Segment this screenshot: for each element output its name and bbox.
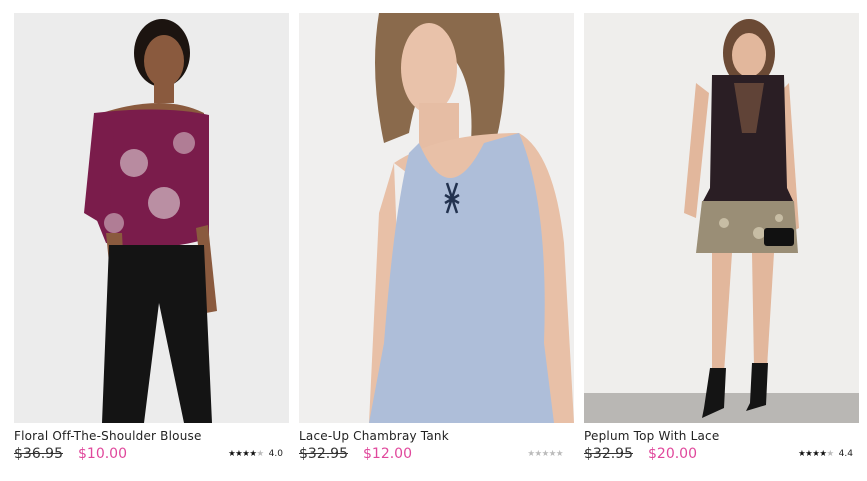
sale-price: $12.00 (363, 446, 412, 462)
rating-score: 4.4 (838, 449, 853, 459)
rating-score: 4.0 (268, 449, 283, 459)
product-card[interactable]: Floral Off-The-Shoulder Blouse $36.95 $1… (14, 13, 289, 463)
price-row: $36.95 $10.00 ★★★★★ 4.0 (14, 445, 289, 463)
rating-stars-icon: ★★★★★ (527, 449, 563, 459)
rating[interactable]: ★★★★★ 4.0 (228, 448, 283, 460)
model-floral-blouse-photo (14, 13, 289, 423)
product-name[interactable]: Floral Off-The-Shoulder Blouse (14, 429, 289, 443)
product-name[interactable]: Peplum Top With Lace (584, 429, 859, 443)
original-price: $32.95 (299, 446, 348, 462)
product-image[interactable] (299, 13, 574, 423)
original-price: $36.95 (14, 446, 63, 462)
model-peplum-top-photo (584, 13, 859, 423)
product-name[interactable]: Lace-Up Chambray Tank (299, 429, 574, 443)
product-card[interactable]: Lace-Up Chambray Tank $32.95 $12.00 ★★★★… (299, 13, 574, 463)
rating[interactable]: ★★★★★ (527, 448, 568, 460)
product-card[interactable]: Peplum Top With Lace $32.95 $20.00 ★★★★★… (584, 13, 859, 463)
original-price: $32.95 (584, 446, 633, 462)
sale-price: $20.00 (648, 446, 697, 462)
product-grid: Floral Off-The-Shoulder Blouse $36.95 $1… (0, 0, 867, 481)
price-row: $32.95 $20.00 ★★★★★ 4.4 (584, 445, 859, 463)
model-chambray-tank-photo (299, 13, 574, 423)
rating[interactable]: ★★★★★ 4.4 (798, 448, 853, 460)
rating-stars-icon: ★★★★★ (798, 449, 834, 459)
price-row: $32.95 $12.00 ★★★★★ (299, 445, 574, 463)
product-image[interactable] (584, 13, 859, 423)
sale-price: $10.00 (78, 446, 127, 462)
product-image[interactable] (14, 13, 289, 423)
rating-stars-icon: ★★★★★ (228, 449, 264, 459)
